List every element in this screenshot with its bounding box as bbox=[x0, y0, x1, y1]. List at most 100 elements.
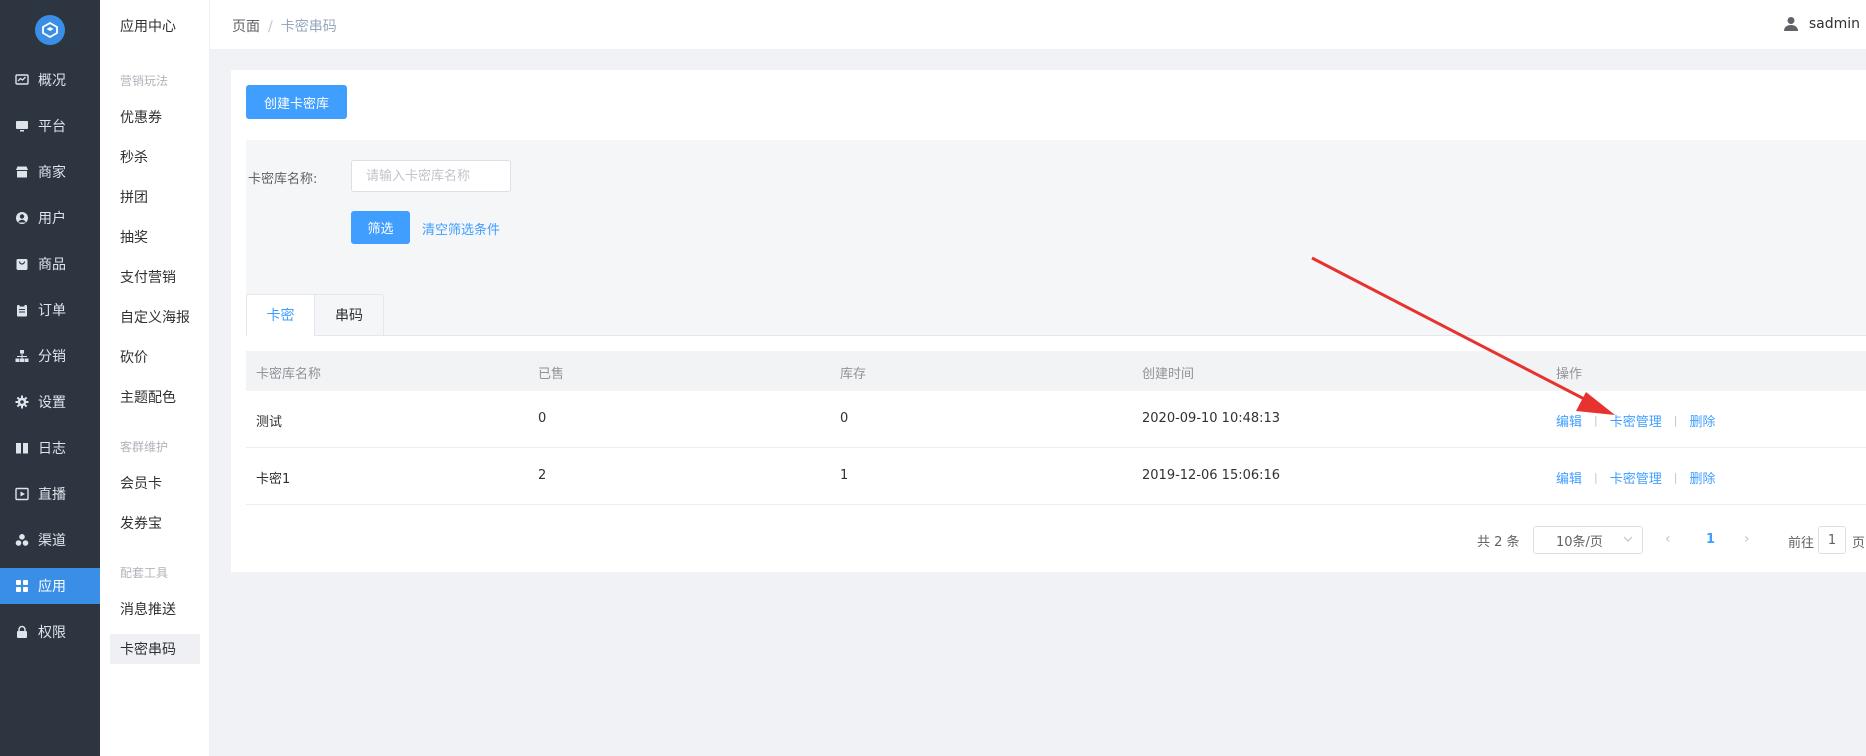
subnav-item[interactable]: 会员卡 bbox=[110, 468, 200, 498]
cluster-icon bbox=[14, 532, 30, 548]
nav-item[interactable]: 用户 bbox=[0, 200, 100, 236]
nav-item[interactable]: 订单 bbox=[0, 292, 100, 328]
apps-icon bbox=[14, 578, 30, 594]
cell-name: 卡密1 bbox=[256, 472, 291, 487]
edit-link[interactable]: 编辑 bbox=[1556, 468, 1582, 487]
subnav-item[interactable]: 消息推送 bbox=[110, 594, 200, 624]
nav-item-label: 用户 bbox=[38, 211, 66, 227]
nav-item-label: 概况 bbox=[38, 73, 66, 89]
nav-item[interactable]: 商家 bbox=[0, 154, 100, 190]
clear-filter-link[interactable]: 清空筛选条件 bbox=[422, 219, 500, 238]
card-manage-link[interactable]: 卡密管理 bbox=[1610, 411, 1662, 430]
subnav-item[interactable]: 支付营销 bbox=[110, 262, 200, 292]
subnav-group-title: 客群维护 bbox=[120, 440, 169, 454]
gear-icon bbox=[14, 394, 30, 410]
table-row: 卡密1 2 1 2019-12-06 15:06:16 编辑 | 卡密管理 | … bbox=[246, 448, 1866, 505]
nav-item[interactable]: 商品 bbox=[0, 246, 100, 282]
subnav-item[interactable]: 拼团 bbox=[110, 182, 200, 212]
page-number[interactable]: 1 bbox=[1706, 532, 1715, 547]
nav-item-label: 平台 bbox=[38, 119, 66, 135]
nav-item-label: 商品 bbox=[38, 257, 66, 273]
nav-item[interactable]: 直播 bbox=[0, 476, 100, 512]
nav-item[interactable]: 分销 bbox=[0, 338, 100, 374]
page-size-value: 10条/页 bbox=[1556, 534, 1603, 550]
dashboard-icon bbox=[14, 72, 30, 88]
row-actions: 编辑 | 卡密管理 | 删除 bbox=[1556, 411, 1715, 430]
user-icon bbox=[1783, 17, 1798, 31]
nav-item-label: 日志 bbox=[38, 441, 66, 457]
action-separator: | bbox=[1594, 471, 1598, 484]
cell-stock: 0 bbox=[840, 411, 849, 426]
library-name-input[interactable] bbox=[351, 160, 511, 192]
user-menu[interactable]: sadmin bbox=[1783, 16, 1860, 32]
book-icon bbox=[14, 440, 30, 456]
create-card-library-button[interactable]: 创建卡密库 bbox=[246, 85, 347, 119]
cell-name: 测试 bbox=[256, 415, 283, 430]
clipboard-icon bbox=[14, 302, 30, 318]
breadcrumb-current: 卡密串码 bbox=[280, 19, 337, 35]
delete-link[interactable]: 删除 bbox=[1689, 468, 1715, 487]
subnav-item[interactable]: 砍价 bbox=[110, 342, 200, 372]
prev-page-icon[interactable]: ‹ bbox=[1665, 531, 1671, 547]
subnav-item[interactable]: 主题配色 bbox=[110, 382, 200, 412]
table-row: 测试 0 0 2020-09-10 10:48:13 编辑 | 卡密管理 | 删… bbox=[246, 391, 1866, 448]
nav-item[interactable]: 日志 bbox=[0, 430, 100, 466]
subnav-item[interactable]: 发券宝 bbox=[110, 508, 200, 538]
user-icon bbox=[14, 210, 30, 226]
column-header-actions: 操作 bbox=[1556, 367, 1583, 382]
subnav-item[interactable]: 卡密串码 bbox=[110, 634, 200, 664]
page-size-select[interactable]: 10条/页 bbox=[1533, 526, 1643, 554]
goto-page-input[interactable] bbox=[1818, 526, 1846, 554]
subnav-item[interactable]: 抽奖 bbox=[110, 222, 200, 252]
nav-item-label: 商家 bbox=[38, 165, 66, 181]
row-actions: 编辑 | 卡密管理 | 删除 bbox=[1556, 468, 1715, 487]
action-separator: | bbox=[1594, 414, 1598, 427]
breadcrumb: 页面 / 卡密串码 bbox=[232, 16, 337, 36]
main-sidebar: 概况平台商家用户商品订单分销设置日志直播渠道应用权限 bbox=[0, 0, 100, 756]
card-manage-link[interactable]: 卡密管理 bbox=[1610, 468, 1662, 487]
breadcrumb-separator: / bbox=[268, 19, 273, 35]
nav-item[interactable]: 渠道 bbox=[0, 522, 100, 558]
tab-serial-code[interactable]: 串码 bbox=[314, 294, 384, 336]
nav-item[interactable]: 平台 bbox=[0, 108, 100, 144]
subnav-item[interactable]: 优惠券 bbox=[110, 102, 200, 132]
delete-link[interactable]: 删除 bbox=[1689, 411, 1715, 430]
username: sadmin bbox=[1808, 16, 1860, 32]
chevron-down-icon bbox=[1623, 536, 1633, 542]
nav-item-label: 应用 bbox=[38, 579, 66, 595]
next-page-icon[interactable]: › bbox=[1744, 531, 1750, 547]
nav-item[interactable]: 概况 bbox=[0, 62, 100, 98]
nav-item-label: 订单 bbox=[38, 303, 66, 319]
action-separator: | bbox=[1673, 414, 1678, 427]
breadcrumb-root[interactable]: 页面 bbox=[232, 19, 260, 35]
nav-item[interactable]: 应用 bbox=[0, 568, 100, 604]
table-header: 卡密库名称 已售 库存 创建时间 操作 bbox=[246, 351, 1866, 391]
subnav-title: 应用中心 bbox=[120, 19, 176, 35]
cell-stock: 1 bbox=[840, 468, 849, 483]
action-separator: | bbox=[1673, 471, 1678, 484]
cell-created: 2019-12-06 15:06:16 bbox=[1142, 468, 1281, 483]
subnav-group-title: 配套工具 bbox=[120, 566, 169, 580]
hierarchy-icon bbox=[14, 348, 30, 364]
nav-item[interactable]: 设置 bbox=[0, 384, 100, 420]
edit-link[interactable]: 编辑 bbox=[1556, 411, 1582, 430]
nav-item-label: 直播 bbox=[38, 487, 66, 503]
subnav-item[interactable]: 自定义海报 bbox=[110, 302, 200, 332]
top-header: 页面 / 卡密串码 sadmin bbox=[210, 0, 1866, 50]
filter-button[interactable]: 筛选 bbox=[351, 211, 410, 244]
nav-item-label: 渠道 bbox=[38, 533, 66, 549]
column-header-name: 卡密库名称 bbox=[256, 367, 322, 382]
goto-label: 前往 bbox=[1788, 536, 1815, 551]
column-header-stock: 库存 bbox=[840, 367, 867, 382]
logo-icon[interactable] bbox=[35, 15, 65, 45]
nav-item-label: 设置 bbox=[38, 395, 66, 411]
cell-created: 2020-09-10 10:48:13 bbox=[1142, 411, 1281, 426]
nav-item[interactable]: 权限 bbox=[0, 614, 100, 650]
filter-name-label: 卡密库名称: bbox=[248, 172, 318, 187]
cell-sold: 0 bbox=[538, 411, 547, 426]
subnav-item[interactable]: 秒杀 bbox=[110, 142, 200, 172]
store-icon bbox=[14, 164, 30, 180]
lock-icon bbox=[14, 624, 30, 640]
tab-card-secret[interactable]: 卡密 bbox=[246, 294, 315, 336]
cell-sold: 2 bbox=[538, 468, 547, 483]
